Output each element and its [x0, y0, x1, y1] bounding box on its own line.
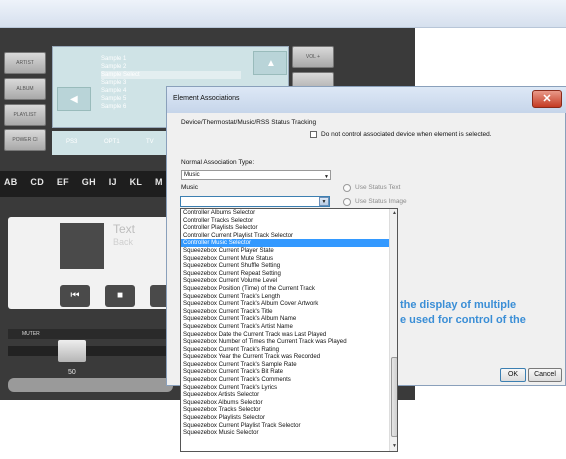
dropdown-item[interactable]: Squeezebox Artists Selector: [181, 391, 391, 399]
dropdown-item[interactable]: Squeezebox Current Volume Level: [181, 277, 391, 285]
background-text-2: e used for control of the: [400, 314, 526, 326]
mute-label[interactable]: MUTER: [22, 331, 40, 337]
letter-button-ab[interactable]: AB: [4, 177, 18, 187]
source-opt1[interactable]: OPT1: [104, 139, 120, 145]
dropdown-item[interactable]: Squeezebox Current Track's Rating: [181, 346, 391, 354]
use-status-image-label: Use Status Image: [355, 198, 407, 205]
chevron-down-icon: ▼: [324, 174, 329, 180]
dropdown-item[interactable]: Squeezebox Tracks Selector: [181, 406, 391, 414]
dropdown-item[interactable]: Squeezebox Current Playlist Track Select…: [181, 422, 391, 430]
letter-button-kl[interactable]: KL: [130, 177, 143, 187]
dropdown-item[interactable]: Squeezebox Current Track's Artist Name: [181, 323, 391, 331]
stop-button[interactable]: ■: [105, 285, 135, 307]
browser-item[interactable]: Sample 2: [101, 63, 241, 71]
dialog-title: Element Associations: [173, 95, 240, 102]
scrollbar-thumb[interactable]: [391, 357, 397, 437]
up-arrow-icon: ▲: [266, 58, 276, 69]
browser-up-button[interactable]: ▲: [253, 51, 287, 75]
artist-button[interactable]: ARTIST: [4, 52, 46, 74]
dialog-title-bar: Element Associations ✕: [167, 87, 566, 113]
scroll-down-icon[interactable]: ▼: [390, 442, 397, 451]
album-button[interactable]: ALBUM: [4, 78, 46, 100]
close-button[interactable]: ✕: [532, 90, 562, 108]
stop-icon: ■: [116, 290, 124, 301]
dropdown-item[interactable]: Squeezebox Year the Current Track was Re…: [181, 353, 391, 361]
music-combobox-dropdown-button[interactable]: ▼: [319, 197, 329, 206]
normal-association-select[interactable]: Music ▼: [181, 170, 331, 180]
browser-item[interactable]: Sample 1: [101, 55, 241, 63]
dropdown-item[interactable]: Controller Albums Selector: [181, 209, 391, 217]
source-tv[interactable]: TV: [146, 139, 154, 145]
dropdown-item[interactable]: Squeezebox Current Track's Length: [181, 293, 391, 301]
left-arrow-icon: ◀: [70, 94, 78, 105]
dropdown-item[interactable]: Squeezebox Albums Selector: [181, 399, 391, 407]
dropdown-item[interactable]: Squeezebox Current Track's Album Cover A…: [181, 300, 391, 308]
previous-button[interactable]: ⏮: [60, 285, 90, 307]
dropdown-item[interactable]: Controller Tracks Selector: [181, 217, 391, 225]
letter-button-ij[interactable]: IJ: [109, 177, 117, 187]
dont-control-checkbox[interactable]: [310, 131, 317, 138]
dropdown-item[interactable]: Squeezebox Position (Time) of the Curren…: [181, 285, 391, 293]
dropdown-item[interactable]: Squeezebox Current Track's Bit Rate: [181, 368, 391, 376]
letter-button-gh[interactable]: GH: [82, 177, 96, 187]
cancel-button[interactable]: Cancel: [528, 368, 562, 382]
use-status-text-radio[interactable]: [343, 184, 351, 192]
status-tracking-label: Device/Thermostat/Music/RSS Status Track…: [181, 119, 317, 126]
bottom-bar: [8, 378, 173, 392]
music-dropdown-list: Controller Albums Selector Controller Tra…: [180, 208, 398, 452]
letter-buttons: AB CD EF GH IJ KL M: [4, 177, 173, 187]
power-button[interactable]: POWER CI: [4, 129, 46, 151]
dropdown-item[interactable]: Squeezebox Date the Current Track was La…: [181, 331, 391, 339]
browser-item-selected[interactable]: Sample Select: [101, 71, 241, 79]
dropdown-item[interactable]: Squeezebox Current Shuffle Setting: [181, 262, 391, 270]
music-combobox[interactable]: [180, 196, 330, 207]
music-label: Music: [181, 184, 198, 191]
volume-value: 50: [68, 369, 76, 376]
dropdown-item[interactable]: Controller Current Playlist Track Select…: [181, 232, 391, 240]
now-playing-text: Text: [113, 222, 136, 236]
letter-button-cd[interactable]: CD: [30, 177, 44, 187]
dropdown-item[interactable]: Squeezebox Current Track's Comments: [181, 376, 391, 384]
app-top-bar: [0, 0, 566, 28]
volume-slider-knob[interactable]: [58, 340, 86, 362]
dropdown-item[interactable]: Squeezebox Current Mute Status: [181, 255, 391, 263]
normal-association-label: Normal Association Type:: [181, 159, 255, 166]
use-status-image-radio[interactable]: [343, 198, 351, 206]
use-status-text-label: Use Status Text: [355, 184, 401, 191]
dropdown-item[interactable]: Squeezebox Current Track's Title: [181, 308, 391, 316]
dropdown-item[interactable]: Controller Playlists Selector: [181, 224, 391, 232]
normal-association-value: Music: [184, 172, 200, 178]
dont-control-label: Do not control associated device when el…: [321, 131, 492, 138]
dropdown-item[interactable]: Squeezebox Current Repeat Setting: [181, 270, 391, 278]
dropdown-scrollbar[interactable]: ▲ ▼: [389, 209, 397, 451]
dropdown-item[interactable]: Squeezebox Current Track's Sample Rate: [181, 361, 391, 369]
letter-button-m[interactable]: M: [155, 177, 163, 187]
ok-button[interactable]: OK: [500, 368, 526, 382]
dropdown-item[interactable]: Squeezebox Music Selector: [181, 429, 391, 437]
screen: ARTIST ALBUM PLAYLIST POWER CI VOL + ◀ ▲…: [0, 0, 566, 459]
dropdown-item-selected[interactable]: Controller Music Selector: [181, 239, 391, 247]
playlist-button[interactable]: PLAYLIST: [4, 104, 46, 126]
dropdown-item[interactable]: Squeezebox Playlists Selector: [181, 414, 391, 422]
volume-slider-track[interactable]: [8, 346, 173, 356]
dropdown-item[interactable]: Squeezebox Current Track's Album Name: [181, 315, 391, 323]
dropdown-items: Controller Albums Selector Controller Tra…: [181, 209, 391, 437]
dropdown-item[interactable]: Squeezebox Current Player State: [181, 247, 391, 255]
browser-back-button[interactable]: ◀: [57, 87, 91, 111]
scroll-up-icon[interactable]: ▲: [390, 209, 397, 218]
background-text-1: the display of multiple: [400, 299, 517, 311]
album-art: [60, 223, 104, 269]
volume-up-button[interactable]: VOL +: [292, 46, 334, 68]
source-ps3[interactable]: PS3: [66, 139, 77, 145]
letter-button-ef[interactable]: EF: [57, 177, 69, 187]
dropdown-item[interactable]: Squeezebox Current Track's Lyrics: [181, 384, 391, 392]
chevron-down-icon: ▼: [321, 199, 327, 205]
skip-back-icon: ⏮: [70, 290, 80, 301]
now-playing-back: Back: [113, 237, 134, 247]
dropdown-item[interactable]: Squeezebox Number of Times the Current T…: [181, 338, 391, 346]
